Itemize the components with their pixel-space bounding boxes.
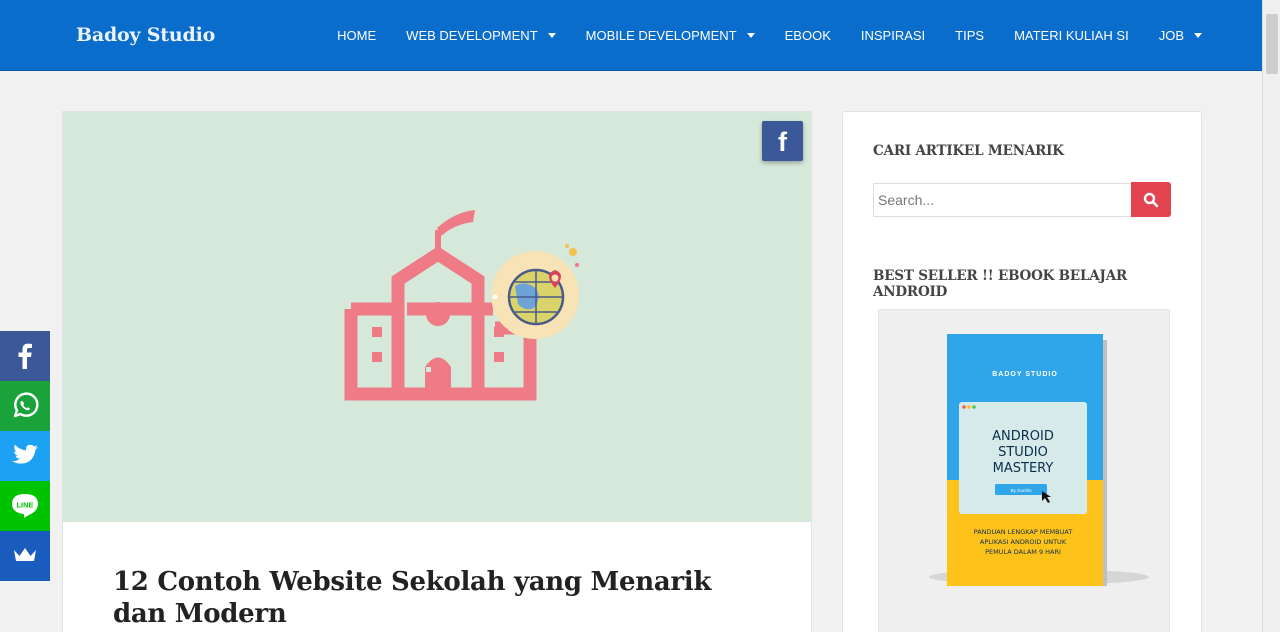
main-nav: HOME WEB DEVELOPMENT MOBILE DEVELOPMENT … (307, 0, 1202, 71)
search-input[interactable] (873, 183, 1131, 217)
ebook-widget-title: BEST SELLER !! EBOOK BELAJAR ANDROID (873, 268, 1128, 300)
search-button[interactable] (1131, 182, 1171, 217)
nav-inspirasi-label: INSPIRASI (860, 28, 926, 43)
svg-text:LINE: LINE (16, 501, 33, 510)
map-pin-dot (551, 274, 559, 282)
flag-pole-shape (435, 230, 441, 248)
window-square (372, 352, 382, 362)
window-square (494, 327, 504, 337)
screen-dot (967, 405, 971, 409)
ebook-desc-line3: PEMULA DALAM 9 HARI (985, 548, 1061, 556)
school-window-circle (426, 302, 450, 326)
nav-ebook[interactable]: EBOOK (785, 28, 831, 43)
ebook-desc-line1: PANDUAN LENGKAP MEMBUAT (974, 528, 1073, 536)
ebook-desc-line2: APLIKASI ANDROID UNTUK (980, 538, 1067, 546)
scrollbar-thumb[interactable] (1266, 14, 1278, 74)
share-more-button[interactable] (0, 531, 50, 581)
sparkle-dot (492, 294, 498, 300)
sparkle-dot (565, 244, 569, 248)
sparkle-dot (575, 263, 579, 267)
chevron-down-icon (547, 33, 556, 38)
flag-icon (437, 210, 475, 236)
nav-job[interactable]: JOB (1159, 28, 1202, 43)
chevron-down-icon (1194, 33, 1202, 38)
window-square (494, 352, 504, 362)
door-gap-shape (426, 367, 431, 372)
nav-materi-kuliah-si[interactable]: MATERI KULIAH SI (1014, 28, 1129, 43)
social-share-bar: LINE (0, 331, 50, 581)
screen-dot (972, 405, 976, 409)
search-icon (1143, 192, 1159, 207)
nav-mobile-development[interactable]: MOBILE DEVELOPMENT (586, 28, 755, 43)
ebook-title-line2: STUDIO (998, 445, 1048, 460)
ebook-cover: BADOY STUDIO ANDROID STUDIO MASTERY By G… (929, 334, 1149, 586)
nav-ebook-label: EBOOK (784, 28, 831, 43)
nav-materi-kuliah-si-label: MATERI KULIAH SI (1014, 28, 1129, 43)
school-door-shape (425, 357, 451, 395)
facebook-icon (18, 343, 32, 369)
site-brand[interactable]: Badoy Studio (76, 24, 215, 46)
screen-dot (962, 405, 966, 409)
ebook-cta-label: By Gunhlo (1010, 488, 1032, 493)
facebook-share-badge[interactable]: f (762, 121, 803, 161)
share-facebook-button[interactable] (0, 331, 50, 381)
top-navbar: Badoy Studio HOME WEB DEVELOPMENT MOBILE… (0, 0, 1262, 71)
nav-home-label: HOME (337, 28, 377, 43)
share-line-button[interactable]: LINE (0, 481, 50, 531)
article-title[interactable]: 12 Contoh Website Sekolah yang Menarik d… (113, 566, 763, 630)
nav-job-label: JOB (1158, 28, 1184, 43)
article-hero-image[interactable]: f (63, 112, 811, 522)
nav-tips[interactable]: TIPS (955, 28, 984, 43)
ebook-title-line1: ANDROID (992, 429, 1054, 444)
whatsapp-icon (13, 392, 39, 418)
ebook-title-line3: MASTERY (993, 461, 1054, 476)
nav-inspirasi[interactable]: INSPIRASI (861, 28, 925, 43)
share-twitter-button[interactable] (0, 431, 50, 481)
sparkle-dot (569, 248, 577, 256)
nav-web-development[interactable]: WEB DEVELOPMENT (406, 28, 556, 43)
crown-icon (14, 548, 36, 561)
line-icon: LINE (12, 494, 38, 518)
school-globe-illustration (344, 210, 579, 401)
facebook-icon: f (778, 127, 787, 157)
chevron-down-icon (746, 33, 755, 38)
page-scrollbar[interactable] (1262, 0, 1280, 632)
twitter-icon (12, 444, 38, 464)
sidebar: CARI ARTIKEL MENARIK BEST SELLER !! EBOO… (842, 111, 1202, 632)
ebook-promo-image[interactable]: BADOY STUDIO ANDROID STUDIO MASTERY By G… (878, 309, 1170, 632)
nav-web-development-label: WEB DEVELOPMENT (406, 28, 538, 43)
article-card: f 12 Contoh Website Sekolah yang Menarik… (62, 111, 812, 632)
nav-mobile-development-label: MOBILE DEVELOPMENT (585, 28, 737, 43)
window-square (372, 327, 382, 337)
nav-tips-label: TIPS (955, 28, 985, 43)
ebook-brand: BADOY STUDIO (992, 371, 1058, 378)
nav-home[interactable]: HOME (337, 28, 376, 43)
search-widget-title: CARI ARTIKEL MENARIK (873, 143, 1064, 159)
share-whatsapp-button[interactable] (0, 381, 50, 431)
